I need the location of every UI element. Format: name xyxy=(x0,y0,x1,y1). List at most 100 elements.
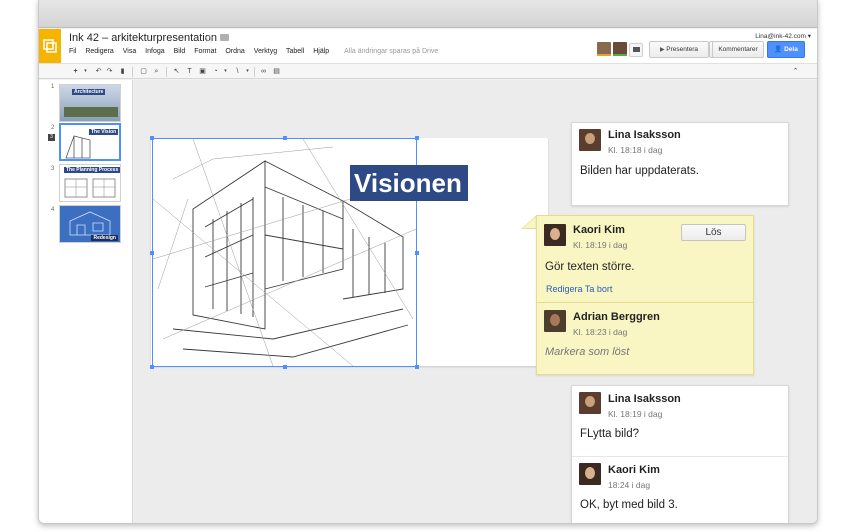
resize-handle[interactable] xyxy=(150,136,154,140)
thumbnail-floorplan xyxy=(64,178,116,198)
slide-thumbnail-2[interactable]: The Vision xyxy=(59,123,121,161)
slide-number: 2 xyxy=(51,125,55,131)
toolbar-divider xyxy=(132,67,133,77)
collaborator-avatar[interactable] xyxy=(613,42,627,56)
resize-handle[interactable] xyxy=(415,251,419,255)
menu-edit[interactable]: Redigera xyxy=(85,48,113,55)
chat-icon xyxy=(633,47,640,52)
menu-tools[interactable]: Verktyg xyxy=(254,48,277,55)
document-title[interactable]: Ink 42 – arkitekturpresentation xyxy=(69,32,217,44)
current-slide-indicator: 3 xyxy=(48,134,55,141)
slide-thumbnail-3[interactable]: The Planning Process xyxy=(59,164,121,202)
new-slide-options-icon[interactable]: ▾ xyxy=(81,67,90,76)
delete-link[interactable]: Ta bort xyxy=(585,284,613,294)
avatar xyxy=(579,129,601,151)
resize-handle[interactable] xyxy=(283,365,287,369)
thumbnail-building xyxy=(64,107,118,117)
menu-format[interactable]: Format xyxy=(194,48,216,55)
resolve-button[interactable]: Lös xyxy=(681,224,746,241)
select-icon[interactable]: ↖ xyxy=(172,67,181,76)
thumbnail-title: Architecture xyxy=(72,89,106,95)
save-status: Alla ändringar sparas på Drive xyxy=(344,48,439,55)
comment-text: Gör texten större. xyxy=(545,261,635,273)
avatar-face xyxy=(585,467,595,479)
slides-logo[interactable] xyxy=(39,29,61,63)
resize-handle[interactable] xyxy=(150,365,154,369)
menu-insert[interactable]: Infoga xyxy=(145,48,164,55)
folder-icon[interactable] xyxy=(220,34,229,41)
menu-table[interactable]: Tabell xyxy=(286,48,304,55)
undo-icon[interactable]: ↶ xyxy=(94,67,103,76)
comment-time: Kl. 18:18 i dag xyxy=(608,145,663,155)
app-header: Ink 42 – arkitekturpresentation ☆ Fil Re… xyxy=(39,29,817,63)
chat-button[interactable] xyxy=(629,43,643,57)
comment-author: Lina Isaksson xyxy=(608,393,681,405)
avatar-face xyxy=(585,396,595,407)
menu-arrange[interactable]: Ordna xyxy=(225,48,244,55)
comment-thread[interactable]: Lina Isaksson Kl. 18:19 i dag FLytta bil… xyxy=(571,385,789,523)
reply-author: Adrian Berggren xyxy=(573,311,660,323)
user-account[interactable]: Lina@ink-42.com ▾ xyxy=(755,32,811,40)
slide-filmstrip: 1 Architecture 2 3 The Vision 3 The Plan… xyxy=(39,80,133,523)
resize-handle[interactable] xyxy=(283,136,287,140)
thumbnail-title: Redesign xyxy=(91,235,118,241)
comment-pointer xyxy=(523,216,537,228)
menu-help[interactable]: Hjälp xyxy=(313,48,329,55)
browser-chrome xyxy=(39,0,817,28)
redo-icon[interactable]: ↷ xyxy=(105,67,114,76)
toolbar-divider xyxy=(166,67,167,77)
slide-thumbnail-4[interactable]: Redesign xyxy=(59,205,121,243)
person-add-icon: 👤 xyxy=(774,46,785,53)
image-icon[interactable]: ▣ xyxy=(198,67,207,76)
collapse-icon[interactable]: ⌃ xyxy=(791,67,800,76)
present-button[interactable]: ▶ Presentera xyxy=(649,41,709,58)
line-icon[interactable]: \ xyxy=(233,67,242,76)
resize-handle[interactable] xyxy=(415,365,419,369)
comment-divider xyxy=(537,302,753,303)
line-options-icon[interactable]: ▾ xyxy=(243,67,252,76)
app-window: Ink 42 – arkitekturpresentation ☆ Fil Re… xyxy=(38,0,818,524)
shape-options-icon[interactable]: ▾ xyxy=(221,67,230,76)
new-slide-icon[interactable]: + xyxy=(71,67,80,76)
edit-link[interactable]: Redigera xyxy=(546,284,583,294)
paint-format-icon[interactable]: ▮ xyxy=(118,67,127,76)
avatar xyxy=(544,310,566,332)
reply-text: OK, byt med bild 3. xyxy=(580,499,678,511)
comment-icon[interactable]: ▤ xyxy=(272,67,281,76)
comment-author: Kaori Kim xyxy=(573,224,625,236)
comment-thread-active[interactable]: Kaori Kim Kl. 18:19 i dag Lös Gör texten… xyxy=(536,215,754,375)
avatar xyxy=(579,463,601,485)
slide-number: 4 xyxy=(51,207,55,213)
link-icon[interactable]: ∞ xyxy=(259,67,268,76)
comment-text: FLytta bild? xyxy=(580,428,640,440)
slide-thumbnail-1[interactable]: Architecture xyxy=(59,84,121,122)
comment-text: Bilden har uppdaterats. xyxy=(580,165,699,177)
avatar xyxy=(579,392,601,414)
avatar xyxy=(544,224,566,246)
share-button[interactable]: 👤 Dela xyxy=(767,41,805,58)
textbox-icon[interactable]: T xyxy=(185,67,194,76)
comments-button[interactable]: Kommentarer xyxy=(712,41,764,58)
avatar-face xyxy=(550,228,560,240)
resize-handle[interactable] xyxy=(150,251,154,255)
reply-input[interactable]: Markera som löst xyxy=(545,346,629,358)
slide-number: 3 xyxy=(51,166,55,172)
thumbnail-title: The Planning Process xyxy=(64,167,120,173)
reply-time: 18:24 i dag xyxy=(608,480,651,490)
star-icon[interactable]: ☆ xyxy=(204,32,214,45)
comment-time: Kl. 18:19 i dag xyxy=(573,240,628,250)
zoom-fit-icon[interactable]: ▢ xyxy=(139,67,148,76)
toolbar-divider xyxy=(254,67,255,77)
reply-time: Kl. 18:23 i dag xyxy=(573,327,628,337)
resize-handle[interactable] xyxy=(415,136,419,140)
avatar-face xyxy=(585,133,595,144)
menu-view[interactable]: Visa xyxy=(123,48,137,55)
collaborator-color-bar xyxy=(597,54,611,56)
zoom-icon[interactable]: ⌕ xyxy=(152,67,161,76)
collaborator-avatar[interactable] xyxy=(597,42,611,56)
slide-heading[interactable]: Visionen xyxy=(350,165,468,201)
shape-icon[interactable]: ◔ xyxy=(211,67,220,76)
comment-thread[interactable]: Lina Isaksson Kl. 18:18 i dag Bilden har… xyxy=(571,122,789,206)
menu-file[interactable]: Fil xyxy=(69,48,76,55)
menu-slide[interactable]: Bild xyxy=(174,48,186,55)
